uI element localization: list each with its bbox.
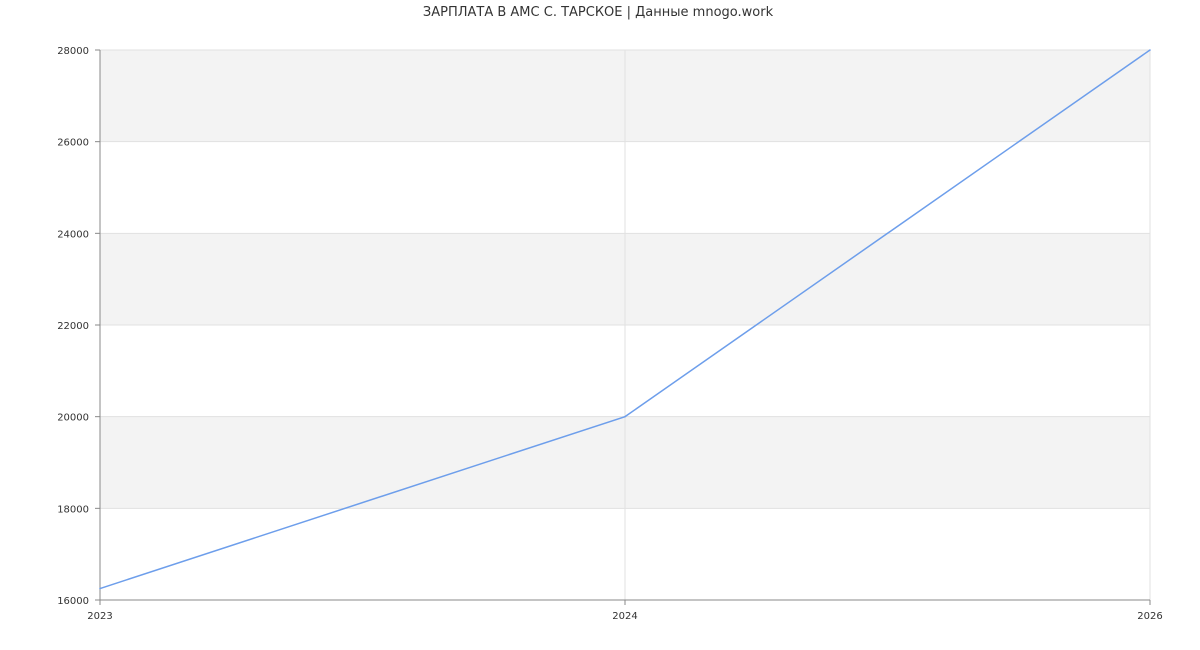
data-point [1149, 49, 1151, 51]
data-point [624, 415, 626, 418]
x-tick-label: 2023 [87, 611, 112, 622]
y-tick-label: 26000 [57, 138, 89, 149]
chart-title: ЗАРПЛАТА В АМС С. ТАРСКОЕ | Данные mnogo… [423, 5, 774, 20]
y-tick-label: 28000 [57, 46, 89, 57]
salary-line-chart: 16000 18000 20000 22000 24000 26000 28000 2023… [57, 5, 1163, 622]
x-tick-label: 2026 [1137, 611, 1162, 622]
y-tick-label: 22000 [57, 321, 89, 332]
y-tick-label: 18000 [57, 504, 89, 515]
x-axis-tick-labels: 2023 2024 2026 [87, 611, 1162, 622]
x-tick-label: 2024 [612, 611, 637, 622]
y-tick-label: 24000 [57, 229, 89, 240]
y-tick-label: 20000 [57, 413, 89, 424]
data-point [99, 587, 101, 590]
y-tick-label: 16000 [57, 596, 89, 607]
y-axis-tick-labels: 16000 18000 20000 22000 24000 26000 28000 [57, 46, 89, 607]
